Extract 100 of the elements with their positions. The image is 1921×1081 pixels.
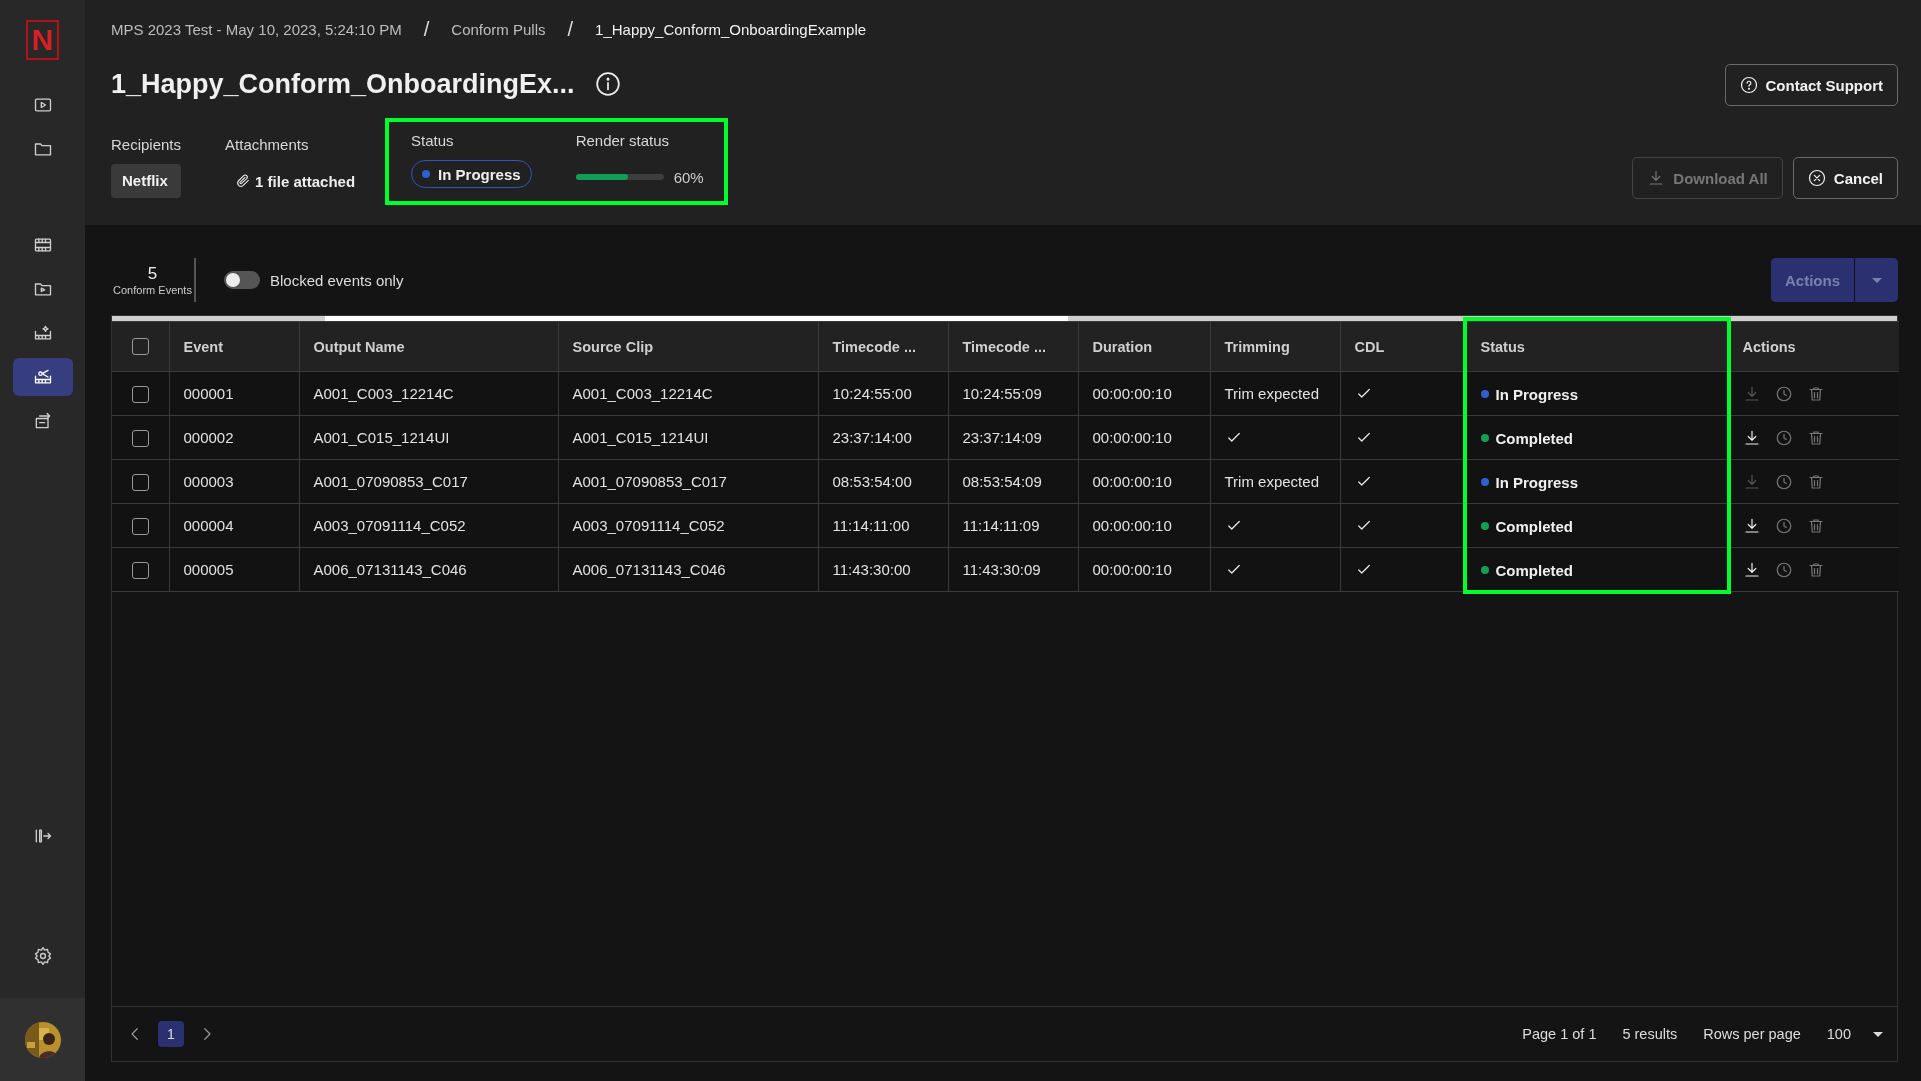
checkbox[interactable]	[131, 429, 149, 447]
table-cell: 11:43:30:00	[818, 547, 948, 592]
delete-button[interactable]	[1806, 428, 1825, 447]
column-header[interactable]: Trimming	[1210, 321, 1340, 372]
recipients-label: Recipients	[111, 136, 182, 155]
toggle-label: Blocked events only	[270, 271, 404, 289]
delete-button[interactable]	[1806, 472, 1825, 491]
column-header[interactable]: Output Name	[299, 321, 558, 372]
trash-icon	[1806, 384, 1825, 403]
table-cell: 10:24:55:09	[948, 371, 1078, 416]
clock-icon	[1774, 384, 1793, 403]
breadcrumb-current: 1_Happy_Conform_OnboardingExample	[595, 20, 867, 38]
table-cell: 00:00:00:10	[1078, 371, 1210, 416]
column-header[interactable]: Timecode ...	[948, 321, 1078, 372]
scrollbar[interactable]	[112, 316, 1897, 321]
table-cell: A006_07131143_C046	[558, 547, 818, 592]
table-cell: 10:24:55:00	[818, 371, 948, 416]
column-header[interactable]: Status	[1466, 321, 1728, 372]
status-text: Completed	[1495, 561, 1573, 579]
caret-icon	[1873, 1031, 1883, 1037]
column-header[interactable]: Event	[169, 321, 299, 372]
column-header[interactable]: Source Clip	[558, 321, 818, 372]
progress-reading: 60%	[673, 168, 704, 186]
rows-per-page-select[interactable]: 100	[1826, 1026, 1883, 1042]
checkbox[interactable]	[131, 338, 149, 356]
table-cell: Trim expected	[1210, 459, 1340, 504]
breadcrumb-link[interactable]: Conform Pulls	[451, 20, 546, 38]
breadcrumb-link[interactable]: MPS 2023 Test - May 10, 2023, 5:24:10 PM	[111, 20, 402, 38]
table-cell: 000002	[169, 415, 299, 460]
nav-item[interactable]	[12, 358, 73, 396]
attachments-label: Attachments	[225, 136, 310, 155]
column-header[interactable]: Duration	[1078, 321, 1210, 372]
rows-per-page-label: Rows per page	[1703, 1026, 1801, 1042]
sparkle-film-icon	[32, 323, 53, 343]
trash-icon	[1806, 428, 1825, 447]
clock-icon	[1774, 516, 1793, 535]
status-label: Status	[411, 132, 455, 151]
history-button[interactable]	[1774, 472, 1793, 491]
recipient-tag: Netflix	[111, 164, 182, 198]
table-cell: 23:37:14:09	[948, 415, 1078, 460]
table-cell: 000001	[169, 371, 299, 416]
table-cell: A003_07091114_C052	[558, 503, 818, 548]
delete-button[interactable]	[1806, 516, 1825, 535]
table-cell: 11:43:30:09	[948, 547, 1078, 592]
table-cell: 00:00:00:10	[1078, 459, 1210, 504]
history-button[interactable]	[1774, 516, 1793, 535]
status-text: Completed	[1495, 517, 1573, 535]
checkbox[interactable]	[131, 517, 149, 535]
breadcrumb-separator: /	[567, 17, 574, 41]
settings-icon	[32, 946, 53, 966]
history-button[interactable]	[1774, 560, 1793, 579]
table-cell: A003_07091114_C052	[299, 503, 558, 548]
page-title: 1_Happy_Conform_OnboardingEx...	[111, 68, 575, 100]
checkbox[interactable]	[131, 561, 149, 579]
clock-icon	[1774, 472, 1793, 491]
table-cell: A001_07090853_C017	[299, 459, 558, 504]
history-button[interactable]	[1774, 428, 1793, 447]
trash-icon	[1806, 516, 1825, 535]
status-text: In Progress	[1495, 473, 1579, 491]
delete-button[interactable]	[1806, 560, 1825, 579]
cancel-icon	[1807, 169, 1826, 187]
event-count-label: Conform Events	[113, 284, 192, 296]
paperclip-icon	[235, 173, 252, 189]
column-header[interactable]: Timecode ...	[818, 321, 948, 372]
info-icon	[594, 71, 621, 97]
history-button[interactable]	[1774, 384, 1793, 403]
event-count: 5	[147, 264, 158, 284]
status-text: In Progress	[1495, 385, 1579, 403]
table-cell: 11:14:11:00	[818, 503, 948, 548]
toggle-switch[interactable]	[224, 271, 260, 289]
table-cell: 00:00:00:10	[1078, 547, 1210, 592]
breadcrumb-separator: /	[423, 17, 430, 41]
table-cell: 23:37:14:00	[818, 415, 948, 460]
page-button[interactable]: 1	[158, 1021, 184, 1047]
table-cell: A006_07131143_C046	[299, 547, 558, 592]
help-icon	[1739, 76, 1758, 94]
table-cell: A001_C003_12214C	[558, 371, 818, 416]
table-cell: A001_C003_12214C	[299, 371, 558, 416]
table-cell: A001_07090853_C017	[558, 459, 818, 504]
checkbox[interactable]	[131, 473, 149, 491]
table-cell: 000003	[169, 459, 299, 504]
column-header[interactable]: CDL	[1340, 321, 1466, 372]
table-cell: Trim expected	[1210, 371, 1340, 416]
delete-button[interactable]	[1806, 384, 1825, 403]
table-cell: 11:14:11:09	[948, 503, 1078, 548]
cancel-button[interactable]: Cancel	[1792, 157, 1898, 199]
clock-icon	[1774, 428, 1793, 447]
table-cell: 000005	[169, 547, 299, 592]
caret-icon	[1871, 277, 1882, 283]
table-cell: 00:00:00:10	[1078, 415, 1210, 460]
table-cell: 000004	[169, 503, 299, 548]
attachment-link[interactable]: 1 file attached	[255, 172, 356, 190]
checkbox[interactable]	[131, 385, 149, 403]
status-text: Completed	[1495, 429, 1573, 447]
column-header[interactable]: Actions	[1728, 321, 1899, 372]
trash-icon	[1806, 472, 1825, 491]
table-cell: 00:00:00:10	[1078, 503, 1210, 548]
contact-support-button[interactable]: Contact Support	[1724, 64, 1898, 106]
clock-icon	[1774, 560, 1793, 579]
scissors-film-icon	[32, 367, 53, 387]
